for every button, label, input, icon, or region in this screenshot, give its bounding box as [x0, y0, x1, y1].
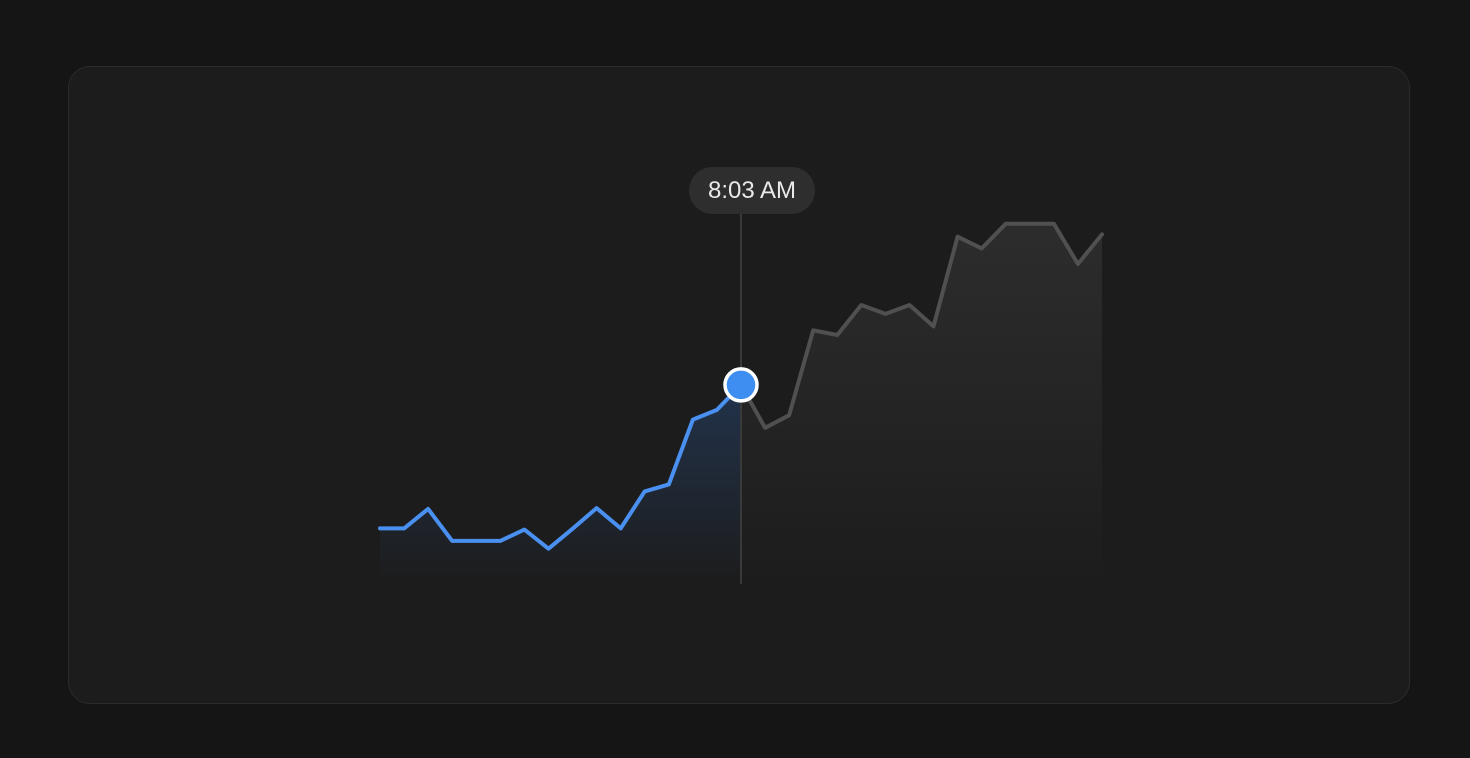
data-point — [595, 506, 599, 510]
data-point — [956, 235, 960, 239]
data-point — [474, 539, 478, 543]
data-point — [811, 328, 815, 332]
data-point — [1028, 222, 1032, 226]
data-point — [571, 527, 575, 531]
data-point — [426, 507, 430, 511]
highlight-marker[interactable] — [723, 367, 759, 403]
data-point — [498, 539, 502, 543]
data-point — [378, 526, 382, 530]
data-point — [619, 526, 623, 530]
data-point — [691, 418, 695, 422]
data-point — [667, 482, 671, 486]
data-point — [763, 426, 767, 430]
data-point — [1076, 262, 1080, 266]
past-area-fill — [380, 384, 741, 576]
data-point — [522, 528, 526, 532]
data-point — [1052, 222, 1056, 226]
data-point — [932, 324, 936, 328]
data-point — [859, 303, 863, 307]
data-point — [402, 526, 406, 530]
data-point — [450, 539, 454, 543]
data-point — [1004, 222, 1008, 226]
data-point — [908, 303, 912, 307]
data-point — [547, 547, 551, 551]
data-point — [715, 408, 719, 412]
data-point — [787, 413, 791, 417]
time-tooltip: 8:03 AM — [689, 167, 815, 214]
data-point — [835, 333, 839, 337]
chart-plot[interactable] — [0, 0, 1470, 758]
data-point — [1100, 232, 1104, 236]
data-point — [883, 312, 887, 316]
data-point — [643, 489, 647, 493]
data-point — [980, 246, 984, 250]
